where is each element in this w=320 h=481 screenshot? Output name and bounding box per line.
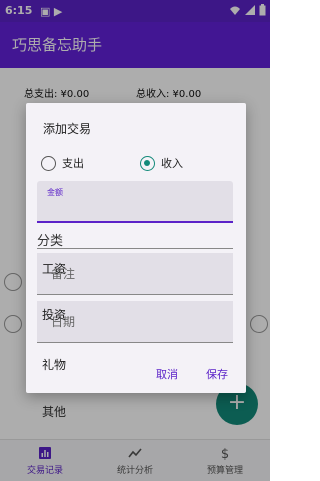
note-input[interactable]: 备注 (37, 253, 233, 295)
save-button[interactable]: 保存 (206, 366, 228, 382)
add-transaction-dialog: 添加交易 支出 收入 金额 分类 备注 日期 工资 投资 礼物 取消 保存 (26, 103, 246, 393)
dialog-actions: 取消 保存 (156, 366, 228, 382)
category-dropdown[interactable]: 分类 (37, 229, 233, 249)
category-option-investment[interactable]: 投资 (42, 306, 66, 323)
radio-button-selected[interactable] (140, 155, 155, 171)
radio-income[interactable]: 收入 (140, 155, 183, 171)
amount-label: 金额 (47, 188, 63, 197)
category-option-salary[interactable]: 工资 (42, 260, 66, 277)
category-option-gift[interactable]: 礼物 (42, 356, 66, 373)
category-option-other[interactable]: 其他 (42, 403, 66, 420)
cancel-button[interactable]: 取消 (156, 366, 178, 382)
category-label: 分类 (37, 234, 64, 249)
radio-label: 收入 (161, 157, 183, 170)
radio-label: 支出 (62, 157, 84, 170)
dialog-title: 添加交易 (43, 122, 92, 136)
date-input[interactable]: 日期 (37, 301, 233, 343)
radio-button[interactable] (41, 155, 56, 171)
amount-input[interactable]: 金额 (37, 181, 233, 223)
radio-expense[interactable]: 支出 (41, 155, 84, 171)
